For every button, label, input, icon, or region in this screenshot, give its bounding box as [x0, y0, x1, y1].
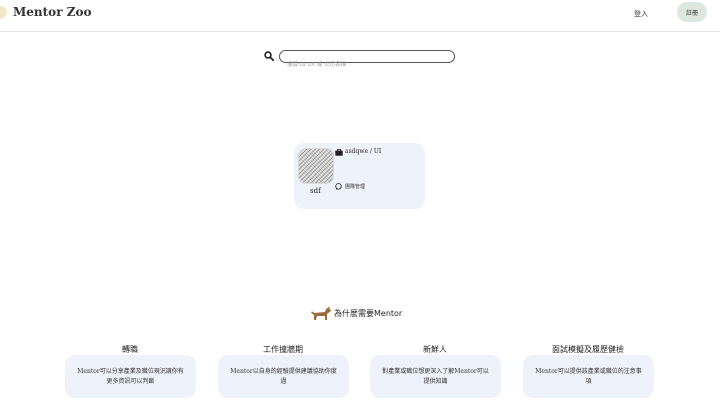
- feature-title: 面試模擬及履歷健檢: [552, 345, 624, 354]
- feature-card: Mentor可以分享產業及職位現況讓你有更多資訊可以判斷: [65, 355, 196, 398]
- chat-icon: [335, 183, 342, 190]
- why-mentor-title: 為什麼需要Mentor: [334, 309, 403, 318]
- logo-mark: [0, 6, 7, 19]
- feature-card: Mentor可以提供該產業或職位的注意事項: [523, 355, 654, 398]
- feature-description: Mentor可以分享產業及職位現況讓你有更多資訊可以判斷: [77, 367, 184, 385]
- feature-title: 新鮮人: [423, 345, 447, 354]
- mentor-topic: 團隊管理: [345, 184, 366, 190]
- mentor-card[interactable]: sdf asdqwe / UI 團隊管理: [294, 143, 425, 209]
- search-input[interactable]: [280, 59, 454, 71]
- mentor-name: sdf: [310, 187, 321, 195]
- feature-title: 轉職: [122, 345, 138, 354]
- feature-description: Mentor可以提供該產業或職位的注意事項: [535, 367, 642, 385]
- feature-description: 對產業或職位想更深入了解Mentor可以提供知識: [382, 367, 489, 385]
- feature-title: 工作撞牆期: [263, 345, 303, 354]
- feature-description: Mentor以自身的經驗提供建議協助你度過: [230, 367, 337, 385]
- search-icon[interactable]: [264, 51, 274, 61]
- feature-card: Mentor以自身的經驗提供建議協助你度過: [218, 355, 349, 398]
- register-button[interactable]: 註冊: [677, 2, 707, 22]
- avatar[interactable]: [298, 148, 334, 184]
- brand-logo-text[interactable]: Mentor Zoo: [13, 5, 91, 19]
- dog-icon: [311, 306, 331, 320]
- navbar: Mentor Zoo 登入 註冊: [0, 0, 720, 32]
- search-field[interactable]: [279, 50, 455, 71]
- company-title: asdqwe / UI: [345, 148, 382, 155]
- feature-card: 對產業或職位想更深入了解Mentor可以提供知識: [370, 355, 501, 398]
- briefcase-icon: [335, 149, 343, 156]
- login-link[interactable]: 登入: [634, 9, 648, 19]
- why-mentor-heading: 為什麼需要Mentor: [310, 306, 402, 321]
